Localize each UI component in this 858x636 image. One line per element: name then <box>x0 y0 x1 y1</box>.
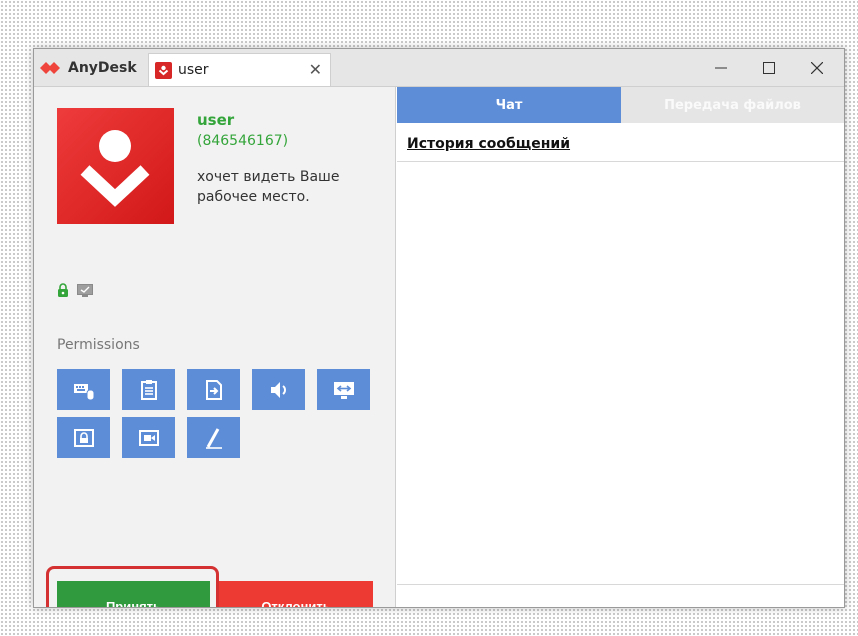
minimize-button[interactable] <box>698 49 744 86</box>
tab-user[interactable]: user ✕ <box>148 53 331 86</box>
divider <box>397 584 844 585</box>
title-bar: AnyDesk user ✕ <box>34 49 844 87</box>
avatar <box>57 108 174 224</box>
tab-chat[interactable]: Чат <box>397 87 621 123</box>
record-session-icon <box>138 429 159 446</box>
anydesk-user-icon <box>80 130 150 207</box>
app-name: AnyDesk <box>68 59 137 76</box>
permission-clipboard-button[interactable] <box>122 369 175 410</box>
sound-icon <box>270 381 286 398</box>
user-tab-icon <box>155 61 172 79</box>
tab-label: user <box>178 62 209 78</box>
request-message: хочет видеть Ваше рабочее место. <box>197 169 340 205</box>
permissions-label: Permissions <box>57 337 140 353</box>
permission-screen-resize-button[interactable] <box>317 369 370 410</box>
screen-resize-icon <box>333 381 354 399</box>
anydesk-window: AnyDesk user ✕ user (846546167) хочет ви… <box>33 48 845 608</box>
app-brand: AnyDesk <box>40 49 137 86</box>
chat-panel: Чат Передача файлов История сообщений <box>397 87 844 607</box>
monitor-icon <box>77 284 93 297</box>
message-history-title: История сообщений <box>407 136 571 152</box>
user-name: user <box>197 111 235 129</box>
permission-keyboard-mouse-button[interactable] <box>57 369 110 410</box>
permission-sound-button[interactable] <box>252 369 305 410</box>
permission-draw-button[interactable] <box>187 417 240 458</box>
divider <box>397 161 844 162</box>
tab-file-transfer[interactable]: Передача файлов <box>621 87 844 123</box>
lock-icon <box>58 283 68 297</box>
anydesk-logo-icon <box>40 61 60 74</box>
maximize-button[interactable] <box>746 49 792 86</box>
lock-screen-icon <box>73 428 94 447</box>
close-icon <box>811 61 823 74</box>
user-id: (846546167) <box>197 133 289 149</box>
tab-close-icon[interactable]: ✕ <box>309 60 322 79</box>
permission-lock-screen-button[interactable] <box>57 417 110 458</box>
minimize-icon <box>715 67 727 68</box>
accept-button[interactable]: Принять <box>57 581 210 607</box>
close-window-button[interactable] <box>794 49 840 86</box>
incoming-request-panel: user (846546167) хочет видеть Ваше рабоч… <box>34 87 396 607</box>
draw-pen-icon <box>205 427 222 449</box>
clipboard-icon <box>140 379 157 400</box>
permission-file-transfer-button[interactable] <box>187 369 240 410</box>
decline-button[interactable]: Отклонить <box>219 581 373 607</box>
keyboard-mouse-icon <box>73 383 94 400</box>
file-transfer-icon <box>205 379 222 400</box>
maximize-icon <box>763 61 775 74</box>
permission-record-session-button[interactable] <box>122 417 175 458</box>
